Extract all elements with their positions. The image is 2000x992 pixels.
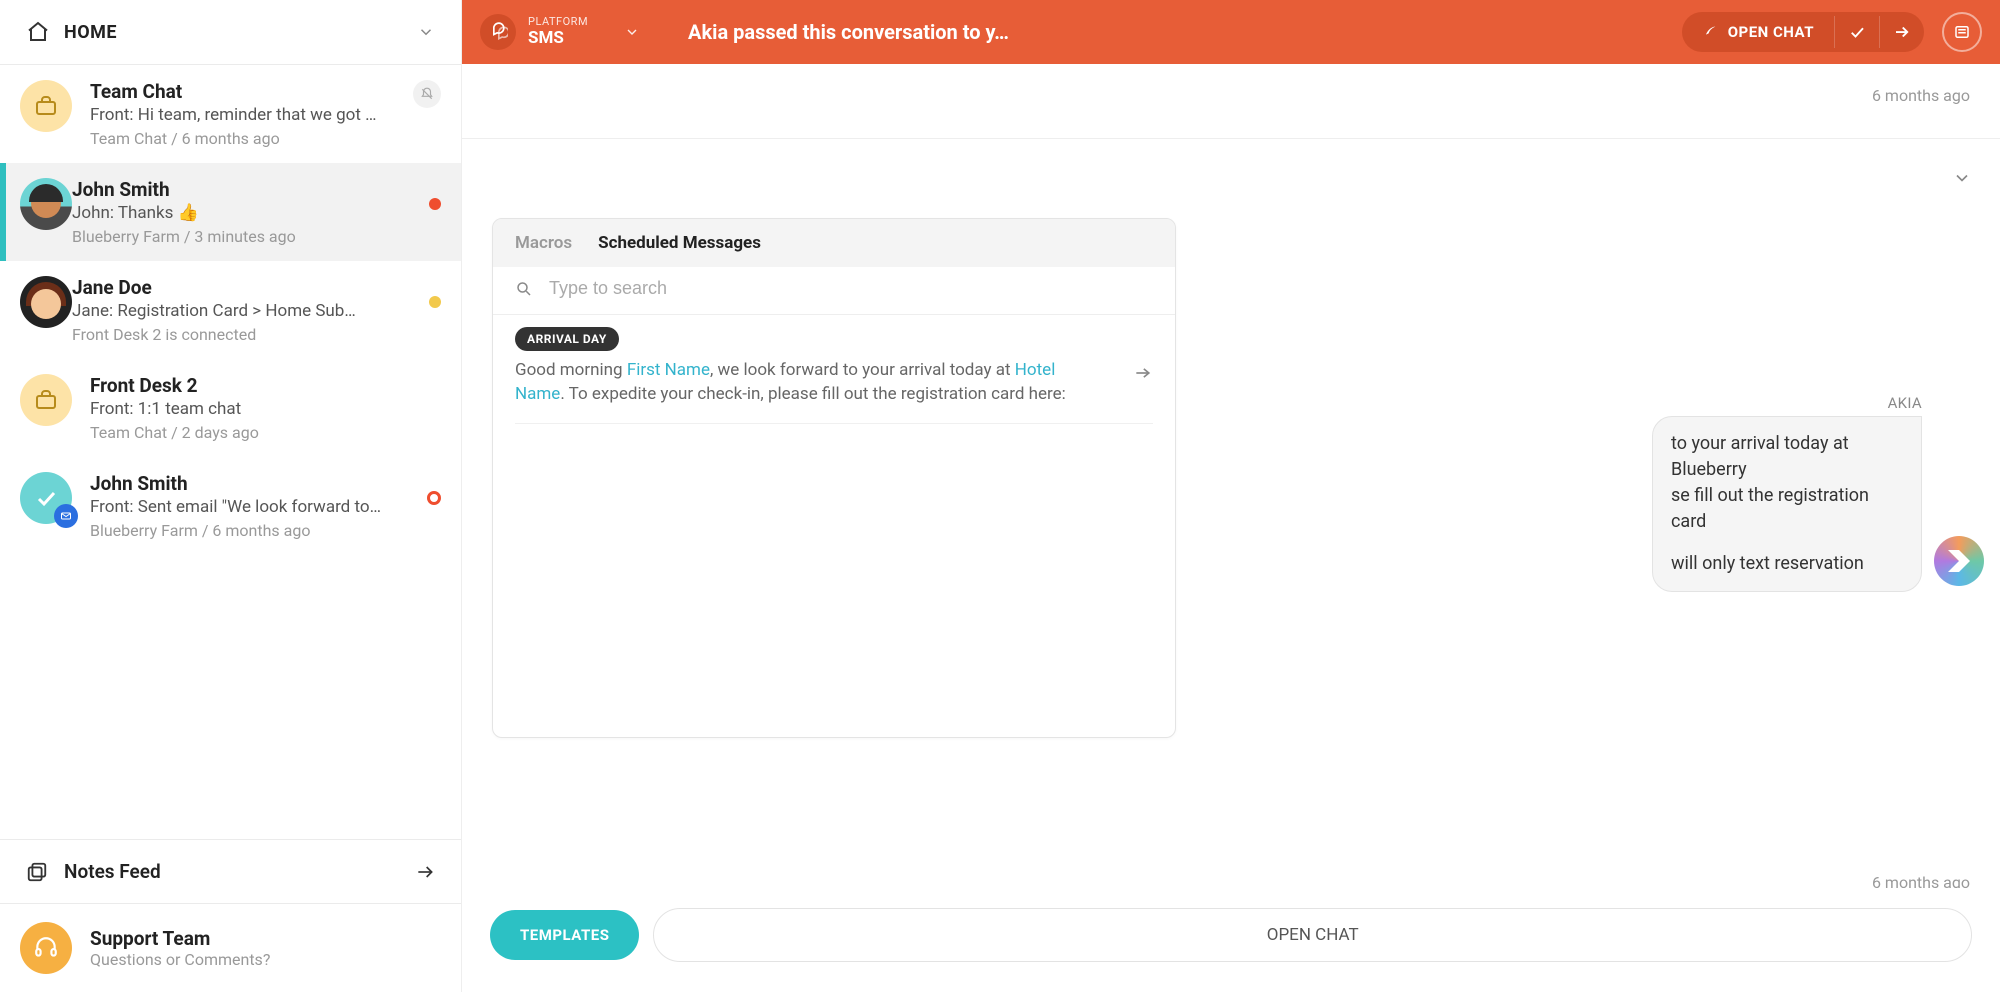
conversation-preview: Front: Sent email "We look forward to… [90,497,417,517]
notes-feed[interactable]: Notes Feed [0,839,461,904]
forward-button[interactable] [1880,12,1924,52]
message-bubble: to your arrival today at Blueberry se fi… [1652,416,1922,592]
sender-label: AKIA [1888,394,1922,412]
home-label: HOME [64,22,417,43]
conversation-meta: Team Chat / 6 months ago [90,129,403,148]
home-icon [26,20,50,44]
search-icon [515,280,533,298]
person-avatar [20,276,72,328]
tab-scheduled-messages[interactable]: Scheduled Messages [598,233,761,253]
platform-selector[interactable]: PLATFORM SMS [480,14,640,50]
conversation-preview: Jane: Registration Card > Home Sub… [72,301,419,321]
check-button[interactable] [1835,12,1879,52]
insert-template-icon[interactable] [1133,363,1153,383]
mute-icon [413,80,441,108]
feather-icon [1702,24,1718,40]
composer-bar: TEMPLATES OPEN CHAT [462,888,2000,992]
conversation-title: John Smith [72,178,419,201]
conversation-meta: Blueberry Farm / 6 months ago [90,521,417,540]
conversation-preview: Front: 1:1 team chat [90,399,441,419]
popover-tabs: Macros Scheduled Messages [493,219,1175,267]
briefcase-avatar [20,374,72,426]
mail-icon [54,504,78,528]
conversation-meta: Front Desk 2 is connected [72,325,419,344]
platform-value: SMS [528,29,588,49]
notes-icon [26,861,48,883]
template-preview: Good morning First Name, we look forward… [515,359,1153,407]
topbar: PLATFORM SMS Akia passed this conversati… [462,0,2000,64]
variable-first-name: First Name [627,360,710,380]
open-chat-composer-button[interactable]: OPEN CHAT [653,908,1972,962]
akia-avatar [1934,536,1984,586]
sidebar: HOME Team Chat Front: Hi team, reminder … [0,0,462,992]
chevron-down-icon [624,24,640,40]
tab-macros[interactable]: Macros [515,233,572,253]
templates-button[interactable]: TEMPLATES [490,910,639,960]
conversation-list: Team Chat Front: Hi team, reminder that … [0,65,461,839]
conversation-item[interactable]: John Smith Front: Sent email "We look fo… [0,457,461,555]
template-tag: ARRIVAL DAY [515,327,619,351]
support-team[interactable]: Support Team Questions or Comments? [0,904,461,992]
open-chat-group: OPEN CHAT [1682,12,1924,52]
notes-feed-label: Notes Feed [64,860,415,883]
conversation-title: Jane Doe [72,276,419,299]
conversation-meta: Team Chat / 2 days ago [90,423,441,442]
status-dot-waiting [429,296,441,308]
briefcase-avatar [20,80,72,132]
conversation-item[interactable]: Front Desk 2 Front: 1:1 team chat Team C… [0,359,461,457]
chat-body: 6 months ago AKIA to your arrival today … [462,64,2000,992]
topbar-actions: OPEN CHAT [1682,12,1982,52]
template-item[interactable]: ARRIVAL DAY Good morning First Name, we … [515,327,1153,424]
template-list: ARRIVAL DAY Good morning First Name, we … [493,315,1175,450]
status-dot-unread [429,198,441,210]
headset-icon [20,922,72,974]
template-search-row [493,267,1175,315]
conversation-item[interactable]: John Smith John: Thanks 👍 Blueberry Farm… [0,163,461,261]
conversation-item[interactable]: Team Chat Front: Hi team, reminder that … [0,65,461,163]
chat-bubble-icon [480,14,516,50]
conversation-header-title: Akia passed this conversation to y… [688,20,1664,44]
open-chat-button[interactable]: OPEN CHAT [1682,13,1834,51]
home-header[interactable]: HOME [0,0,461,65]
message-line: to your arrival today at Blueberry [1671,431,1903,483]
conversation-preview: Front: Hi team, reminder that we got … [90,105,403,125]
platform-label: PLATFORM [528,16,588,29]
support-sub: Questions or Comments? [90,950,270,969]
conversation-title: Team Chat [90,80,403,103]
conversation-title: John Smith [90,472,417,495]
details-button[interactable] [1942,12,1982,52]
message-timestamp: 6 months ago [1872,86,1970,105]
main-panel: PLATFORM SMS Akia passed this conversati… [462,0,2000,992]
check-avatar [20,472,72,524]
chevron-down-icon[interactable] [417,23,435,41]
arrow-right-icon [415,862,435,882]
message-line: se fill out the registration card [1671,483,1903,535]
conversation-item[interactable]: Jane Doe Jane: Registration Card > Home … [0,261,461,359]
template-search-input[interactable] [547,277,1153,300]
person-avatar [20,178,72,230]
divider [462,138,2000,139]
conversation-title: Front Desk 2 [90,374,441,397]
open-chat-label: OPEN CHAT [1728,23,1814,41]
support-title: Support Team [90,927,270,950]
conversation-meta: Blueberry Farm / 3 minutes ago [72,227,419,246]
chevron-down-icon[interactable] [1952,168,1972,188]
message-line: will only text reservation [1671,551,1903,577]
templates-popover: Macros Scheduled Messages ARRIVAL DAY Go… [492,218,1176,738]
status-ring [427,491,441,505]
conversation-preview: John: Thanks 👍 [72,203,419,223]
